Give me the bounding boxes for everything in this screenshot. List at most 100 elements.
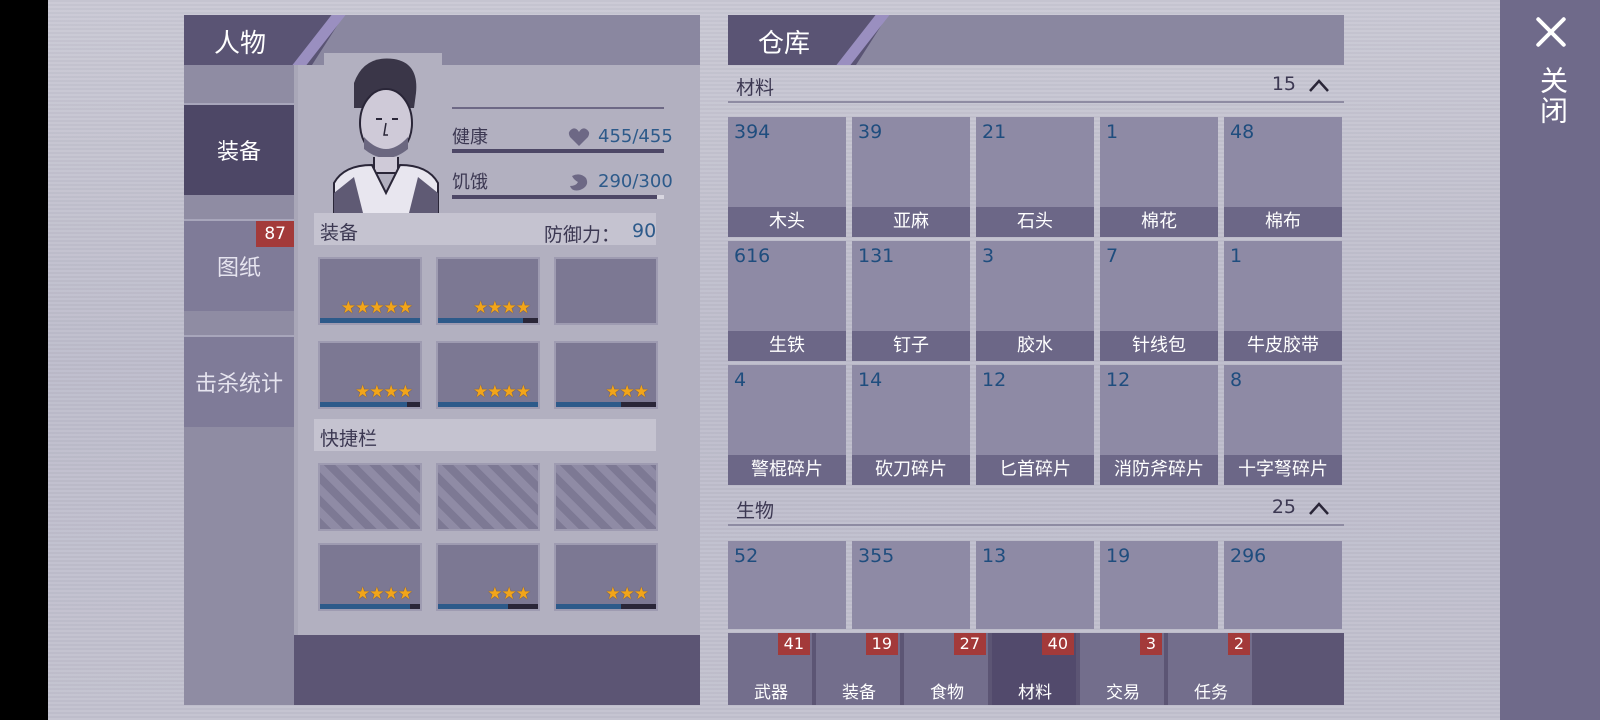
fur-icon [998,565,1072,621]
category-tab[interactable]: 任务 2 [1168,633,1254,705]
quickbar-slot[interactable]: ★★★★ [318,543,422,611]
creature-item[interactable]: 13 [976,541,1094,629]
rarity-stars: ★★★★ [473,382,531,402]
tape-icon [1246,265,1320,321]
heart-icon [568,128,590,146]
close-icon[interactable] [1533,14,1569,50]
baton-fragment-icon [750,389,824,445]
item-name: 牛皮胶带 [1224,331,1342,361]
material-item[interactable]: 7 针线包 [1100,241,1218,361]
material-item[interactable]: 394 木头 [728,117,846,237]
material-item[interactable]: 616 生铁 [728,241,846,361]
creatures-count: 25 [1271,496,1296,518]
quickbar-slot[interactable]: ★★★ [436,543,540,611]
storage-title: 仓库 [758,29,811,59]
chevron-up-icon[interactable] [1308,498,1330,520]
category-tab-label: 食物 [930,683,964,703]
quickbar-slot[interactable] [318,463,422,531]
item-name: 针线包 [1100,331,1218,361]
material-item[interactable]: 21 石头 [976,117,1094,237]
empty-slot-icon [453,469,527,525]
close-label[interactable]: 关闭 [1532,66,1572,126]
equipment-slot[interactable]: ★★★★ [318,341,422,409]
quickbar-slot[interactable] [436,463,540,531]
material-item[interactable]: 39 亚麻 [852,117,970,237]
category-tab-label: 装备 [842,683,876,703]
axe-fragment-icon [1122,389,1196,445]
equipment-slot[interactable]: ★★★★ [436,257,540,325]
equipment-slot[interactable]: ★★★ [554,341,658,409]
character-title: 人物 [214,29,267,59]
item-count: 19 [1106,545,1131,567]
material-item[interactable]: 12 消防斧碎片 [1100,365,1218,485]
material-item[interactable]: 4 警棍碎片 [728,365,846,485]
material-item[interactable]: 1 棉花 [1100,117,1218,237]
category-tab[interactable]: 材料 40 [992,633,1078,705]
side-tab-label: 图纸 [216,256,261,281]
category-count-badge: 3 [1139,633,1162,655]
character-footer [294,635,700,705]
item-name: 石头 [976,207,1094,237]
category-tab[interactable]: 装备 19 [816,633,902,705]
item-count: 14 [858,369,883,391]
material-item[interactable]: 131 钉子 [852,241,970,361]
stone-icon [998,141,1072,197]
category-tab-label: 任务 [1194,683,1228,703]
creature-item[interactable]: 355 [852,541,970,629]
side-tab-blueprints[interactable]: 图纸 87 [184,219,294,311]
equipment-slot[interactable]: ★★★★ [436,341,540,409]
item-count: 394 [734,121,771,143]
material-item[interactable]: 8 十字弩碎片 [1224,365,1342,485]
item-count: 12 [1106,369,1131,391]
item-count: 13 [982,545,1007,567]
equipment-label: 装备 [320,222,359,244]
item-name: 棉花 [1100,207,1218,237]
chevron-up-icon[interactable] [1308,75,1330,97]
category-tab[interactable]: 交易 3 [1080,633,1166,705]
quickbar-slot[interactable]: ★★★ [554,543,658,611]
category-tab-label: 材料 [1018,683,1052,703]
material-item[interactable]: 3 胶水 [976,241,1094,361]
item-count: 355 [858,545,895,567]
durability-bar [438,318,523,323]
item-count: 7 [1106,245,1119,267]
character-side-tabs: 装备 图纸 87 击杀统计 [184,65,294,705]
creature-item[interactable]: 19 [1100,541,1218,629]
quickbar-slot[interactable] [554,463,658,531]
health-bar [452,149,664,153]
item-count: 1 [1106,121,1119,143]
character-portrait [324,53,442,217]
side-tab-kill-stats[interactable]: 击杀统计 [184,335,294,427]
item-count: 3 [982,245,995,267]
item-name: 钉子 [852,331,970,361]
creature-item[interactable]: 52 [728,541,846,629]
equipment-slot[interactable] [554,257,658,325]
item-name: 胶水 [976,331,1094,361]
wood-icon [750,141,824,197]
rarity-stars: ★★★★ [473,298,531,318]
rarity-stars: ★★★ [605,382,649,402]
hunger-bar-fill [452,195,657,199]
material-item[interactable]: 1 牛皮胶带 [1224,241,1342,361]
category-tab[interactable]: 武器 41 [728,633,814,705]
item-name: 生铁 [728,331,846,361]
item-count: 296 [1230,545,1267,567]
item-count: 12 [982,369,1007,391]
category-tab[interactable]: 食物 27 [904,633,990,705]
material-item[interactable]: 14 砍刀碎片 [852,365,970,485]
material-item[interactable]: 12 匕首碎片 [976,365,1094,485]
cotton-icon [1122,141,1196,197]
item-count: 616 [734,245,771,267]
category-tab-label: 武器 [754,683,788,703]
side-tab-label: 装备 [216,140,261,165]
side-tab-equipment[interactable]: 装备 [184,103,294,195]
material-item[interactable]: 48 棉布 [1224,117,1342,237]
cloth-icon [1246,141,1320,197]
creatures-section-header[interactable]: 生物 25 [728,490,1344,526]
equipment-slot[interactable]: ★★★★★ [318,257,422,325]
creature-item[interactable]: 296 [1224,541,1342,629]
materials-section-header[interactable]: 材料 15 [728,67,1344,103]
category-count-badge: 27 [953,633,986,655]
durability-bar [320,318,420,323]
machete-fragment-icon [874,389,948,445]
